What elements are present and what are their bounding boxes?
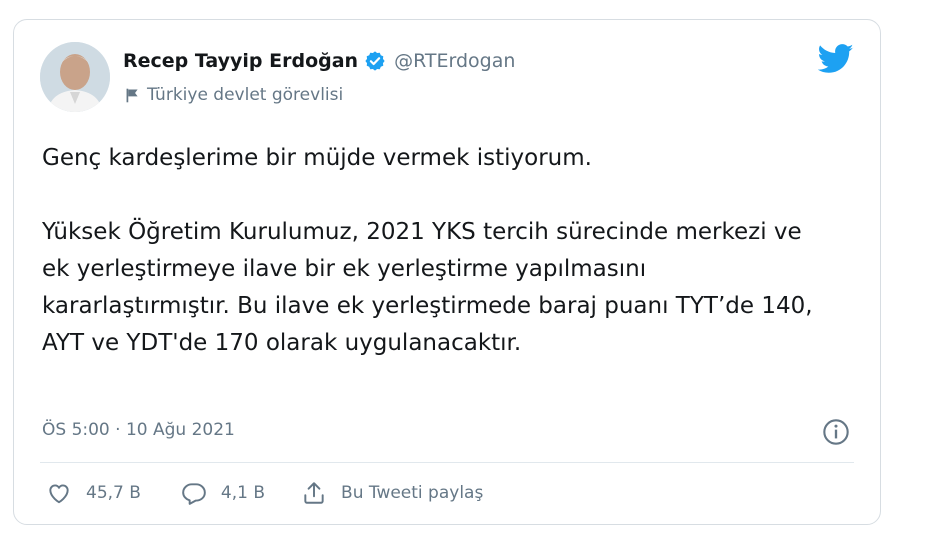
like-count: 45,7 B — [86, 483, 141, 503]
flag-icon — [126, 88, 138, 102]
tweet-text: Genç kardeşlerime bir müjde vermek istiy… — [42, 140, 832, 362]
like-button[interactable]: 45,7 B — [46, 480, 141, 506]
reply-bubble-icon — [182, 483, 206, 505]
account-label: Türkiye devlet görevlisi — [147, 85, 344, 105]
reply-count: 4,1 B — [220, 483, 266, 503]
tweet-paragraph-2: Yüksek Öğretim Kurulumuz, 2021 YKS terci… — [42, 219, 813, 356]
tweet-card: Recep Tayyip Erdoğan @RTErdogan Türkiye … — [13, 19, 881, 525]
tweet-timestamp[interactable]: ÖS 5:00 · 10 Ağu 2021 — [42, 420, 235, 440]
verified-badge-icon — [365, 51, 385, 71]
tweet-paragraph-1: Genç kardeşlerime bir müjde vermek istiy… — [42, 145, 592, 171]
account-label-row: Türkiye devlet görevlisi — [124, 85, 343, 105]
author-handle[interactable]: @RTErdogan — [394, 50, 515, 72]
heart-icon — [49, 484, 69, 504]
avatar-image — [40, 42, 110, 112]
share-icon — [304, 482, 324, 504]
reply-button[interactable]: 4,1 B — [181, 480, 265, 506]
avatar[interactable] — [40, 42, 110, 112]
action-bar: 45,7 B 4,1 B Bu Tweeti paylaş — [46, 480, 483, 506]
divider — [40, 462, 854, 463]
twitter-bird-icon[interactable] — [818, 44, 854, 74]
share-button[interactable]: Bu Tweeti paylaş — [301, 480, 483, 506]
author-row: Recep Tayyip Erdoğan @RTErdogan — [123, 50, 515, 72]
share-label: Bu Tweeti paylaş — [341, 483, 484, 503]
info-icon[interactable] — [822, 418, 850, 446]
author-display-name[interactable]: Recep Tayyip Erdoğan — [123, 50, 358, 72]
